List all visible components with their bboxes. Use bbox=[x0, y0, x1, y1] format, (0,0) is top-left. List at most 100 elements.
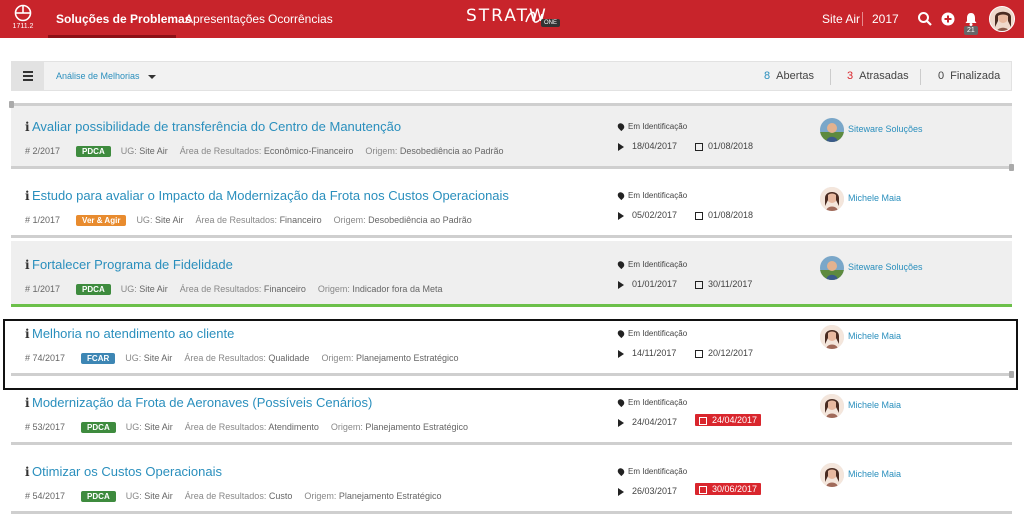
item-start-date: 05/02/2017 bbox=[618, 210, 677, 220]
origem-label: Origem: bbox=[317, 284, 350, 294]
scroll-marker bbox=[1009, 164, 1014, 171]
stop-icon bbox=[699, 416, 707, 425]
origem-value: Desobediência ao Padrão bbox=[368, 215, 472, 225]
list-item[interactable]: i Avaliar possibilidade de transferência … bbox=[9, 101, 1014, 171]
ug-value: Site Air bbox=[139, 146, 168, 156]
status-text: Em Identificação bbox=[628, 398, 688, 407]
item-meta: # 53/2017 PDCA UG: Site Air Área de Resulta… bbox=[25, 422, 468, 433]
stat-finalizada[interactable]: 0 Finalizada bbox=[938, 62, 1000, 90]
responsible-avatar[interactable] bbox=[820, 187, 844, 211]
ug-value: Site Air bbox=[139, 284, 168, 294]
stat-abertas[interactable]: 8 Abertas bbox=[764, 62, 814, 90]
area-value: Financeiro bbox=[279, 215, 322, 225]
user-avatar-image bbox=[990, 7, 1014, 31]
status-text: Em Identificação bbox=[628, 191, 688, 200]
item-meta: # 2/2017 PDCA UG: Site Air Área de Resultad… bbox=[25, 146, 504, 157]
list-toolbar: Análise de Melhorias 8 Abertas 3 Atrasadas… bbox=[11, 61, 1012, 91]
top-navbar: 1711.2 Soluções de Problemas Apresentaçõ… bbox=[0, 0, 1024, 38]
stop-icon bbox=[695, 280, 703, 289]
origem-label: Origem: bbox=[304, 491, 337, 501]
nav-solucoes-de-problemas[interactable]: Soluções de Problemas bbox=[56, 0, 191, 38]
ug-label: UG: bbox=[136, 215, 153, 225]
stat-finalizada-label: Finalizada bbox=[950, 70, 1001, 82]
ug-label: UG: bbox=[125, 491, 142, 501]
divider bbox=[830, 69, 831, 85]
divider bbox=[11, 442, 1012, 445]
item-start-date: 01/01/2017 bbox=[618, 279, 677, 289]
item-end-date: 01/08/2018 bbox=[695, 210, 753, 220]
item-meta: # 1/2017 PDCA UG: Site Air Área de Resultad… bbox=[25, 284, 442, 295]
start-date-text: 01/01/2017 bbox=[632, 279, 678, 289]
list-item[interactable]: i Estudo para avaliar o Impacto da Modern… bbox=[11, 172, 1012, 238]
info-icon[interactable]: i bbox=[25, 189, 30, 203]
nav-ocorrencias[interactable]: Ocorrências bbox=[268, 0, 333, 38]
map-pin-icon bbox=[616, 191, 626, 201]
item-start-date: 26/03/2017 bbox=[618, 486, 677, 496]
area-label: Área de Resultados: bbox=[179, 146, 262, 156]
end-date-text: 01/08/2018 bbox=[708, 141, 754, 151]
item-code: # 1/2017 bbox=[25, 215, 61, 225]
notification-count-badge: 21 bbox=[964, 26, 978, 35]
play-icon bbox=[618, 280, 624, 289]
area-value: Econômico-Financeiro bbox=[263, 146, 354, 156]
ug-label: UG: bbox=[120, 146, 137, 156]
origem-label: Origem: bbox=[333, 215, 366, 225]
nav-apresentacoes[interactable]: Apresentações bbox=[185, 0, 265, 38]
responsible-avatar[interactable] bbox=[820, 394, 844, 418]
map-pin-icon bbox=[616, 467, 626, 477]
item-code: # 54/2017 bbox=[25, 491, 66, 501]
start-date-text: 26/03/2017 bbox=[632, 486, 678, 496]
stat-atrasadas-label: Atrasadas bbox=[859, 70, 909, 82]
origem-label: Origem: bbox=[330, 422, 363, 432]
responsible-name[interactable]: Michele Maia bbox=[848, 193, 901, 203]
add-circle-icon[interactable] bbox=[940, 11, 956, 27]
item-code: # 2/2017 bbox=[25, 146, 61, 156]
stop-icon bbox=[695, 142, 703, 151]
item-status: Em Identificação bbox=[616, 398, 688, 408]
unit-selector[interactable]: Site Air bbox=[822, 0, 860, 38]
stat-atrasadas[interactable]: 3 Atrasadas bbox=[847, 62, 909, 90]
app-logo[interactable]: 1711.2 bbox=[10, 4, 36, 30]
info-icon[interactable]: i bbox=[25, 120, 30, 134]
info-icon[interactable]: i bbox=[25, 258, 30, 272]
origem-label: Origem: bbox=[365, 146, 398, 156]
menu-button[interactable] bbox=[12, 62, 44, 90]
user-avatar[interactable] bbox=[989, 6, 1015, 32]
item-title[interactable]: Modernização da Frota de Aeronaves (Poss… bbox=[32, 395, 372, 410]
list-item[interactable]: i Fortalecer Programa de Fidelidade # 1/20… bbox=[11, 241, 1012, 307]
responsible-name[interactable]: Michele Maia bbox=[848, 469, 901, 479]
info-icon[interactable]: i bbox=[25, 396, 30, 410]
search-icon[interactable] bbox=[917, 11, 933, 27]
play-icon bbox=[618, 142, 624, 151]
status-text: Em Identificação bbox=[628, 122, 688, 131]
item-start-date: 18/04/2017 bbox=[618, 141, 677, 151]
item-meta: # 54/2017 PDCA UG: Site Air Área de Resulta… bbox=[25, 491, 441, 502]
responsible-avatar[interactable] bbox=[820, 118, 844, 142]
area-label: Área de Resultados: bbox=[184, 491, 267, 501]
item-title[interactable]: Estudo para avaliar o Impacto da Moderni… bbox=[32, 188, 509, 203]
responsible-avatar[interactable] bbox=[820, 256, 844, 280]
responsible-avatar[interactable] bbox=[820, 463, 844, 487]
hamburger-icon bbox=[23, 71, 33, 73]
item-title[interactable]: Avaliar possibilidade de transferência d… bbox=[32, 119, 401, 134]
item-end-date: 30/06/2017 bbox=[695, 483, 762, 495]
stat-finalizada-count: 0 bbox=[938, 70, 945, 82]
item-code: # 53/2017 bbox=[25, 422, 66, 432]
year-selector[interactable]: 2017 bbox=[872, 0, 899, 38]
bell-icon[interactable] bbox=[963, 11, 979, 27]
item-meta: # 1/2017 Ver & Agir UG: Site Air Área de Re… bbox=[25, 215, 472, 226]
responsible-name[interactable]: Siteware Soluções bbox=[848, 262, 923, 272]
responsible-name[interactable]: Michele Maia bbox=[848, 400, 901, 410]
list-item[interactable]: i Otimizar os Custos Operacionais # 54/201… bbox=[11, 448, 1012, 514]
view-dropdown[interactable]: Análise de Melhorias bbox=[56, 62, 156, 90]
item-title[interactable]: Otimizar os Custos Operacionais bbox=[32, 464, 222, 479]
nav-active-indicator bbox=[48, 35, 176, 38]
end-date-text: 01/08/2018 bbox=[708, 210, 754, 220]
area-value: Financeiro bbox=[263, 284, 306, 294]
item-end-date: 30/11/2017 bbox=[695, 279, 752, 289]
info-icon[interactable]: i bbox=[25, 465, 30, 479]
origem-value: Indicador fora da Meta bbox=[352, 284, 443, 294]
item-title[interactable]: Fortalecer Programa de Fidelidade bbox=[32, 257, 233, 272]
logo-icon bbox=[14, 4, 32, 22]
responsible-name[interactable]: Siteware Soluções bbox=[848, 124, 923, 134]
